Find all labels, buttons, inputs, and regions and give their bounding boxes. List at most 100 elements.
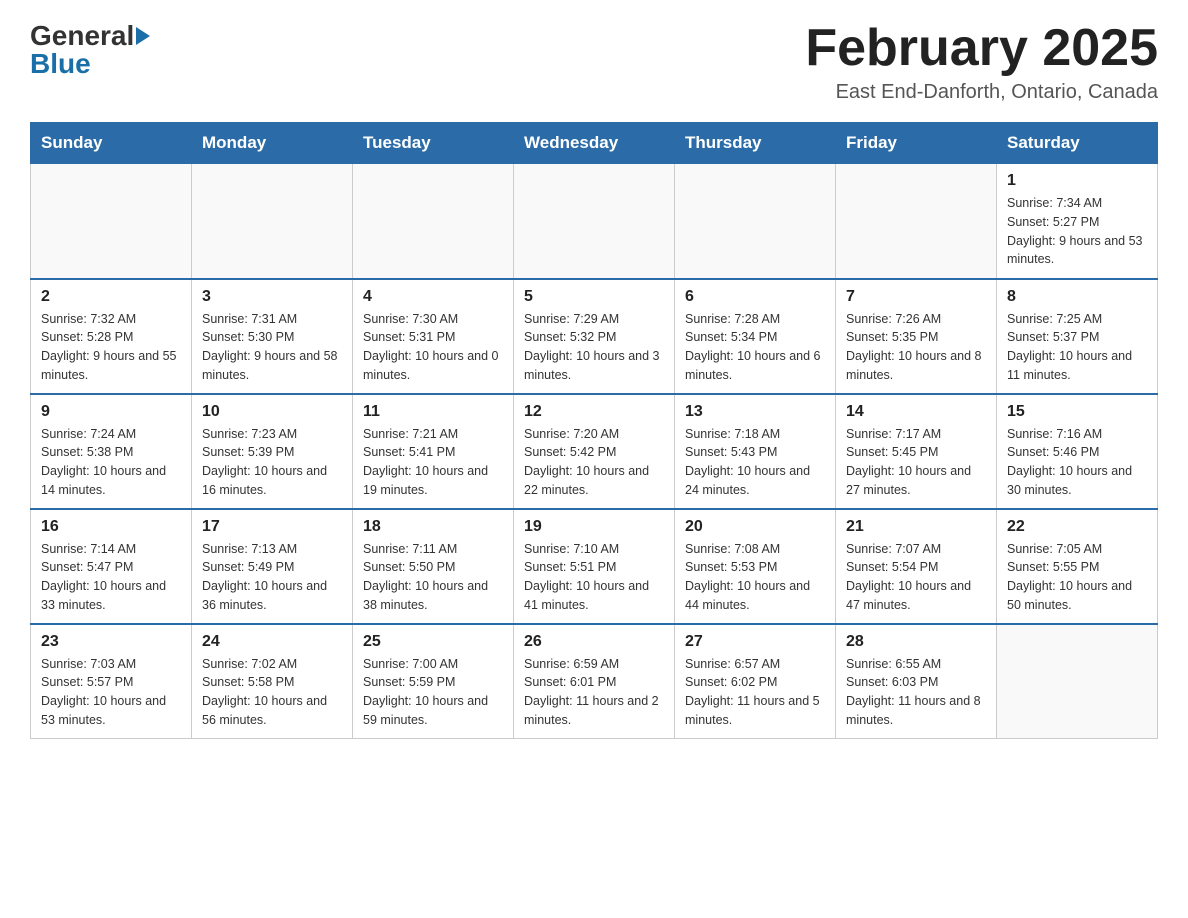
calendar-day-cell bbox=[31, 164, 192, 279]
calendar-day-cell: 14 Sunrise: 7:17 AM Sunset: 5:45 PM Dayli… bbox=[836, 394, 997, 509]
calendar-day-cell: 24 Sunrise: 7:02 AM Sunset: 5:58 PM Dayli… bbox=[192, 624, 353, 739]
calendar-day-cell: 11 Sunrise: 7:21 AM Sunset: 5:41 PM Dayli… bbox=[353, 394, 514, 509]
calendar-day-cell: 26 Sunrise: 6:59 AM Sunset: 6:01 PM Dayli… bbox=[514, 624, 675, 739]
logo-area: General Blue bbox=[30, 20, 152, 80]
day-number: 5 bbox=[524, 288, 664, 306]
location-subtitle: East End-Danforth, Ontario, Canada bbox=[805, 81, 1158, 104]
calendar-day-cell: 27 Sunrise: 6:57 AM Sunset: 6:02 PM Dayli… bbox=[675, 624, 836, 739]
day-number: 1 bbox=[1007, 172, 1147, 190]
calendar-day-cell: 23 Sunrise: 7:03 AM Sunset: 5:57 PM Dayli… bbox=[31, 624, 192, 739]
calendar-week-row: 16 Sunrise: 7:14 AM Sunset: 5:47 PM Dayli… bbox=[31, 509, 1158, 624]
day-number: 19 bbox=[524, 518, 664, 536]
day-number: 28 bbox=[846, 633, 986, 651]
day-info: Sunrise: 7:31 AM Sunset: 5:30 PM Dayligh… bbox=[202, 310, 342, 385]
day-info: Sunrise: 7:10 AM Sunset: 5:51 PM Dayligh… bbox=[524, 540, 664, 615]
day-number: 27 bbox=[685, 633, 825, 651]
calendar-day-cell bbox=[192, 164, 353, 279]
calendar-day-cell: 19 Sunrise: 7:10 AM Sunset: 5:51 PM Dayli… bbox=[514, 509, 675, 624]
calendar-day-cell: 4 Sunrise: 7:30 AM Sunset: 5:31 PM Daylig… bbox=[353, 279, 514, 394]
calendar-day-cell: 25 Sunrise: 7:00 AM Sunset: 5:59 PM Dayli… bbox=[353, 624, 514, 739]
calendar-day-cell: 21 Sunrise: 7:07 AM Sunset: 5:54 PM Dayli… bbox=[836, 509, 997, 624]
day-info: Sunrise: 7:02 AM Sunset: 5:58 PM Dayligh… bbox=[202, 655, 342, 730]
logo-blue-text: Blue bbox=[30, 48, 91, 80]
day-info: Sunrise: 7:00 AM Sunset: 5:59 PM Dayligh… bbox=[363, 655, 503, 730]
day-info: Sunrise: 7:23 AM Sunset: 5:39 PM Dayligh… bbox=[202, 425, 342, 500]
day-number: 22 bbox=[1007, 518, 1147, 536]
day-number: 21 bbox=[846, 518, 986, 536]
day-info: Sunrise: 7:20 AM Sunset: 5:42 PM Dayligh… bbox=[524, 425, 664, 500]
day-number: 25 bbox=[363, 633, 503, 651]
day-number: 4 bbox=[363, 288, 503, 306]
calendar-day-cell bbox=[353, 164, 514, 279]
day-info: Sunrise: 7:03 AM Sunset: 5:57 PM Dayligh… bbox=[41, 655, 181, 730]
calendar-day-header: Thursday bbox=[675, 123, 836, 164]
day-number: 2 bbox=[41, 288, 181, 306]
day-info: Sunrise: 7:30 AM Sunset: 5:31 PM Dayligh… bbox=[363, 310, 503, 385]
calendar-day-cell bbox=[997, 624, 1158, 739]
calendar-table: SundayMondayTuesdayWednesdayThursdayFrid… bbox=[30, 122, 1158, 739]
day-info: Sunrise: 7:13 AM Sunset: 5:49 PM Dayligh… bbox=[202, 540, 342, 615]
day-number: 17 bbox=[202, 518, 342, 536]
day-info: Sunrise: 7:26 AM Sunset: 5:35 PM Dayligh… bbox=[846, 310, 986, 385]
calendar-day-header: Monday bbox=[192, 123, 353, 164]
calendar-day-cell: 10 Sunrise: 7:23 AM Sunset: 5:39 PM Dayli… bbox=[192, 394, 353, 509]
day-info: Sunrise: 6:57 AM Sunset: 6:02 PM Dayligh… bbox=[685, 655, 825, 730]
calendar-day-header: Sunday bbox=[31, 123, 192, 164]
calendar-day-cell: 22 Sunrise: 7:05 AM Sunset: 5:55 PM Dayli… bbox=[997, 509, 1158, 624]
day-info: Sunrise: 7:34 AM Sunset: 5:27 PM Dayligh… bbox=[1007, 194, 1147, 269]
day-number: 12 bbox=[524, 403, 664, 421]
day-info: Sunrise: 7:29 AM Sunset: 5:32 PM Dayligh… bbox=[524, 310, 664, 385]
calendar-header-row: SundayMondayTuesdayWednesdayThursdayFrid… bbox=[31, 123, 1158, 164]
calendar-week-row: 9Sunrise: 7:24 AM Sunset: 5:38 PM Daylig… bbox=[31, 394, 1158, 509]
day-info: Sunrise: 6:59 AM Sunset: 6:01 PM Dayligh… bbox=[524, 655, 664, 730]
day-number: 3 bbox=[202, 288, 342, 306]
calendar-day-cell: 6 Sunrise: 7:28 AM Sunset: 5:34 PM Daylig… bbox=[675, 279, 836, 394]
day-info: Sunrise: 7:05 AM Sunset: 5:55 PM Dayligh… bbox=[1007, 540, 1147, 615]
day-number: 10 bbox=[202, 403, 342, 421]
calendar-day-header: Friday bbox=[836, 123, 997, 164]
calendar-day-header: Saturday bbox=[997, 123, 1158, 164]
day-info: Sunrise: 7:18 AM Sunset: 5:43 PM Dayligh… bbox=[685, 425, 825, 500]
day-number: 6 bbox=[685, 288, 825, 306]
calendar-day-cell: 1 Sunrise: 7:34 AM Sunset: 5:27 PM Daylig… bbox=[997, 164, 1158, 279]
day-number: 9 bbox=[41, 403, 181, 421]
calendar-week-row: 23 Sunrise: 7:03 AM Sunset: 5:57 PM Dayli… bbox=[31, 624, 1158, 739]
day-info: Sunrise: 7:32 AM Sunset: 5:28 PM Dayligh… bbox=[41, 310, 181, 385]
title-area: February 2025 East End-Danforth, Ontario… bbox=[805, 20, 1158, 104]
day-number: 7 bbox=[846, 288, 986, 306]
calendar-day-cell: 15 Sunrise: 7:16 AM Sunset: 5:46 PM Dayli… bbox=[997, 394, 1158, 509]
page-header: General Blue February 2025 East End-Danf… bbox=[30, 20, 1158, 104]
day-number: 26 bbox=[524, 633, 664, 651]
calendar-week-row: 2 Sunrise: 7:32 AM Sunset: 5:28 PM Daylig… bbox=[31, 279, 1158, 394]
calendar-day-cell: 9Sunrise: 7:24 AM Sunset: 5:38 PM Daylig… bbox=[31, 394, 192, 509]
calendar-day-cell: 5 Sunrise: 7:29 AM Sunset: 5:32 PM Daylig… bbox=[514, 279, 675, 394]
day-number: 24 bbox=[202, 633, 342, 651]
day-number: 11 bbox=[363, 403, 503, 421]
day-info: Sunrise: 7:07 AM Sunset: 5:54 PM Dayligh… bbox=[846, 540, 986, 615]
day-info: Sunrise: 7:21 AM Sunset: 5:41 PM Dayligh… bbox=[363, 425, 503, 500]
day-number: 15 bbox=[1007, 403, 1147, 421]
calendar-day-cell bbox=[836, 164, 997, 279]
day-info: Sunrise: 7:28 AM Sunset: 5:34 PM Dayligh… bbox=[685, 310, 825, 385]
calendar-day-cell: 28 Sunrise: 6:55 AM Sunset: 6:03 PM Dayli… bbox=[836, 624, 997, 739]
day-number: 8 bbox=[1007, 288, 1147, 306]
calendar-week-row: 1 Sunrise: 7:34 AM Sunset: 5:27 PM Daylig… bbox=[31, 164, 1158, 279]
calendar-day-cell: 8Sunrise: 7:25 AM Sunset: 5:37 PM Daylig… bbox=[997, 279, 1158, 394]
day-info: Sunrise: 7:08 AM Sunset: 5:53 PM Dayligh… bbox=[685, 540, 825, 615]
calendar-day-cell: 3 Sunrise: 7:31 AM Sunset: 5:30 PM Daylig… bbox=[192, 279, 353, 394]
day-number: 14 bbox=[846, 403, 986, 421]
day-info: Sunrise: 7:17 AM Sunset: 5:45 PM Dayligh… bbox=[846, 425, 986, 500]
calendar-day-cell: 18Sunrise: 7:11 AM Sunset: 5:50 PM Dayli… bbox=[353, 509, 514, 624]
day-info: Sunrise: 7:16 AM Sunset: 5:46 PM Dayligh… bbox=[1007, 425, 1147, 500]
month-title: February 2025 bbox=[805, 20, 1158, 77]
day-number: 16 bbox=[41, 518, 181, 536]
day-info: Sunrise: 7:14 AM Sunset: 5:47 PM Dayligh… bbox=[41, 540, 181, 615]
calendar-day-cell: 20 Sunrise: 7:08 AM Sunset: 5:53 PM Dayli… bbox=[675, 509, 836, 624]
calendar-day-cell: 17 Sunrise: 7:13 AM Sunset: 5:49 PM Dayli… bbox=[192, 509, 353, 624]
day-info: Sunrise: 7:11 AM Sunset: 5:50 PM Dayligh… bbox=[363, 540, 503, 615]
day-number: 20 bbox=[685, 518, 825, 536]
logo-arrow-icon bbox=[136, 27, 150, 45]
day-info: Sunrise: 6:55 AM Sunset: 6:03 PM Dayligh… bbox=[846, 655, 986, 730]
day-number: 23 bbox=[41, 633, 181, 651]
calendar-day-cell: 2 Sunrise: 7:32 AM Sunset: 5:28 PM Daylig… bbox=[31, 279, 192, 394]
